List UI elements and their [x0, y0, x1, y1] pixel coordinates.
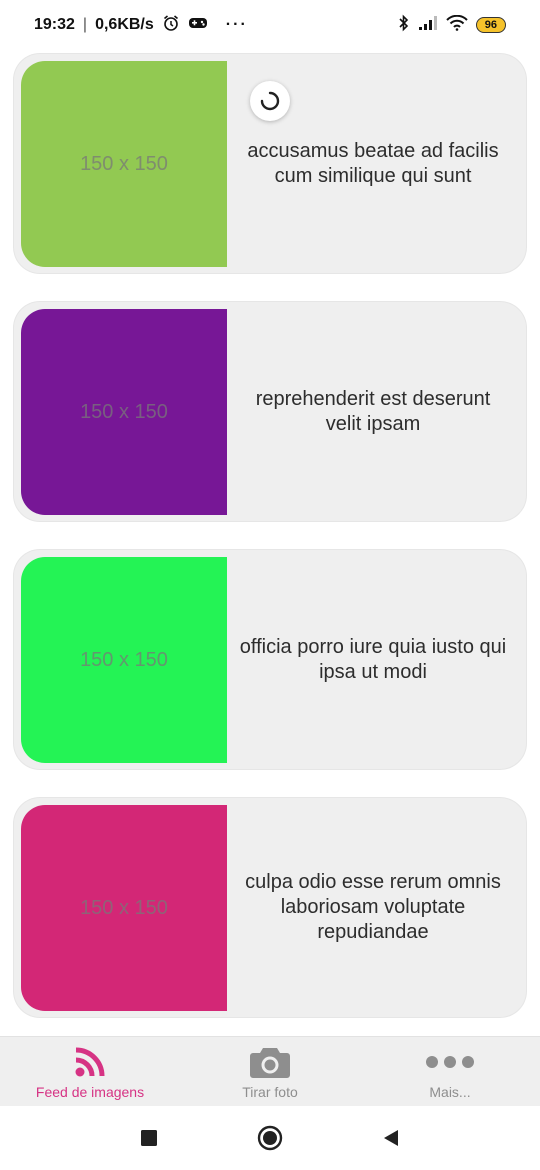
thumbnail-image: 150 x 150: [21, 61, 227, 267]
system-navigation-bar: [0, 1106, 540, 1170]
signal-icon: [418, 15, 438, 36]
network-speed: 0,6KB/s: [95, 16, 154, 33]
thumbnail-placeholder-label: 150 x 150: [80, 648, 168, 671]
thumbnail-placeholder-label: 150 x 150: [80, 896, 168, 919]
bluetooth-icon: [398, 14, 410, 37]
feed-card[interactable]: 150 x 150 reprehenderit est deserunt vel…: [14, 302, 526, 521]
thumbnail-placeholder-label: 150 x 150: [80, 400, 168, 423]
thumbnail-image: 150 x 150: [21, 557, 227, 763]
wifi-icon: [446, 14, 468, 36]
back-triangle-icon[interactable]: [376, 1123, 406, 1153]
card-title: accusamus beatae ad facilis cum similiqu…: [247, 139, 499, 187]
tab-feed-de-imagens[interactable]: Feed de imagens: [0, 1037, 180, 1107]
card-title: reprehenderit est deserunt velit ipsam: [255, 387, 491, 435]
recents-square-icon[interactable]: [134, 1123, 164, 1153]
feed-card[interactable]: 150 x 150 officia porro iure quia iusto …: [14, 550, 526, 769]
battery-icon: 96: [475, 17, 506, 33]
image-feed-list: 150 x 150 accusamus beatae ad facilis cu…: [14, 54, 526, 1046]
more-notifications-indicator: ···: [225, 16, 248, 33]
feed-card[interactable]: 150 x 150 culpa odio esse rerum omnis la…: [14, 798, 526, 1017]
divider: |: [82, 16, 88, 33]
camera-icon: [249, 1044, 291, 1080]
more-dots-icon: [425, 1044, 475, 1080]
card-title: officia porro iure quia iusto qui ipsa u…: [239, 635, 507, 683]
tab-tirar-foto[interactable]: Tirar foto: [180, 1037, 360, 1107]
feed-card[interactable]: 150 x 150 accusamus beatae ad facilis cu…: [14, 54, 526, 273]
thumbnail-placeholder-label: 150 x 150: [80, 152, 168, 175]
tab-label: Tirar foto: [242, 1084, 298, 1100]
tab-label: Mais...: [429, 1084, 471, 1100]
clock: 19:32: [34, 16, 75, 33]
thumbnail-image: 150 x 150: [21, 805, 227, 1011]
game-controller-icon: [188, 15, 208, 36]
thumbnail-image: 150 x 150: [21, 309, 227, 515]
alarm-icon: [162, 14, 180, 37]
tab-label: Feed de imagens: [35, 1084, 145, 1100]
status-bar: 19:32 | 0,6KB/s ··· 96: [0, 0, 540, 50]
rss-feed-icon: [73, 1044, 107, 1080]
status-left: 19:32 | 0,6KB/s ···: [34, 14, 248, 37]
tab-mais[interactable]: Mais...: [360, 1037, 540, 1107]
card-title: culpa odio esse rerum omnis laboriosam v…: [245, 871, 501, 943]
status-right: 96: [398, 14, 506, 37]
home-circle-icon[interactable]: [255, 1123, 285, 1153]
bottom-tab-bar: Feed de imagens Tirar foto Mais...: [0, 1036, 540, 1107]
